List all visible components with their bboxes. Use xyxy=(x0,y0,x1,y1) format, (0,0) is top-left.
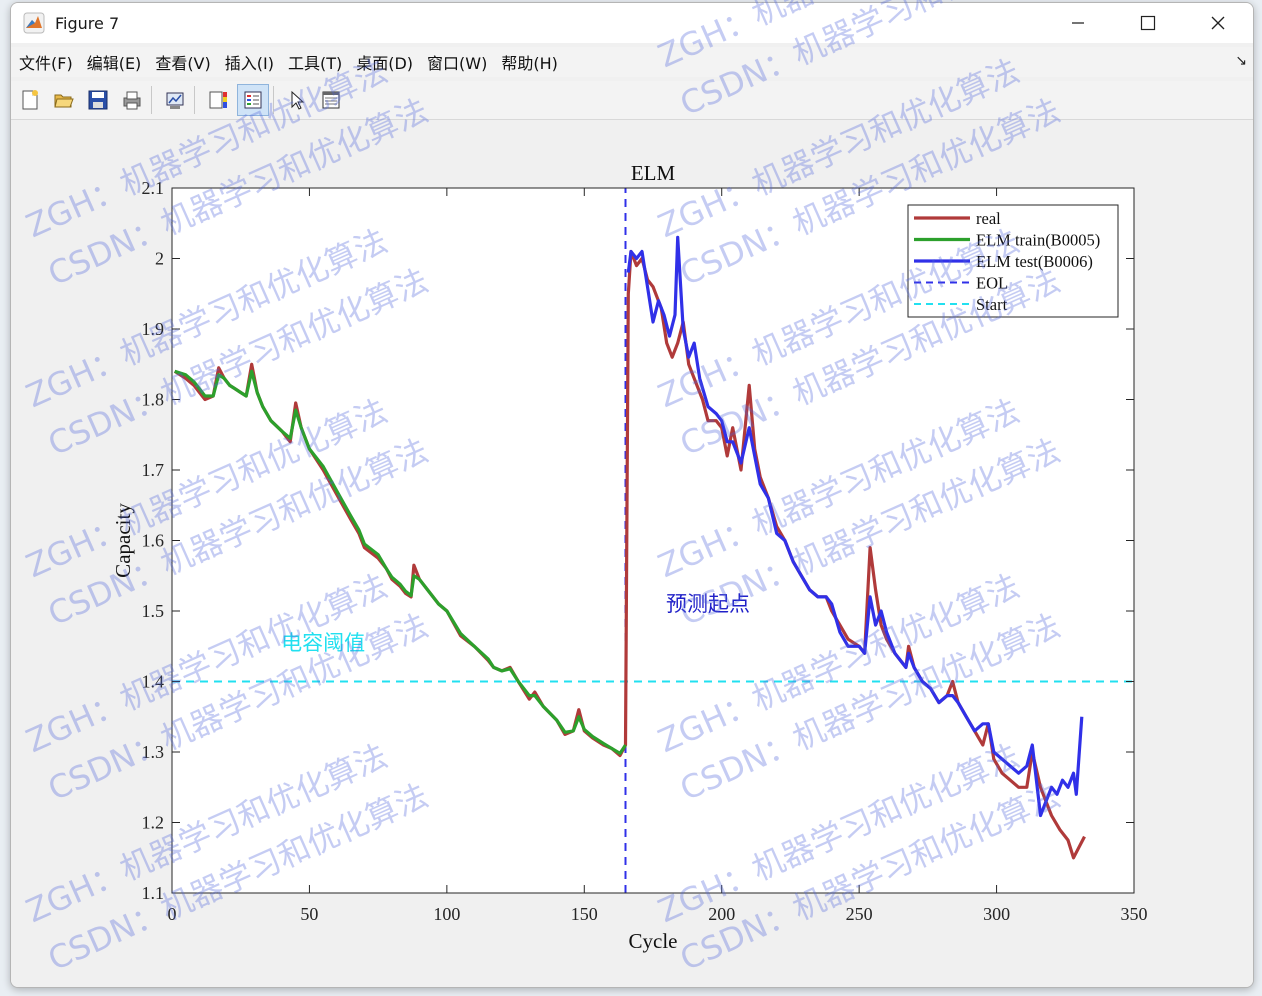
figure-canvas[interactable]: 0 50 100 150 200 250 300 350 1.1 1.2 1.3 1.4 1.5 1.6 1… xyxy=(11,121,1253,987)
x-tick-label: 0 xyxy=(168,904,177,924)
save-icon xyxy=(88,90,108,110)
menu-view[interactable]: 查看(V) xyxy=(155,50,210,74)
menu-window[interactable]: 窗口(W) xyxy=(427,50,487,74)
close-button[interactable] xyxy=(1183,3,1253,43)
print-icon xyxy=(123,91,141,110)
legend-entry: ELM train(B0005) xyxy=(976,231,1100,250)
x-tick-label: 200 xyxy=(708,904,735,924)
open-file-icon xyxy=(54,94,74,108)
figure-window: Figure 7 文件(F) 编辑(E) 查看(V) 插入(I) 工具(T) 桌… xyxy=(10,2,1254,988)
menu-file[interactable]: 文件(F) xyxy=(19,50,73,74)
x-tick-label: 150 xyxy=(571,904,598,924)
x-tick-label: 350 xyxy=(1121,904,1148,924)
toolbar-separator xyxy=(273,86,274,114)
toolbar-separator xyxy=(194,86,195,114)
minimize-icon xyxy=(1072,22,1084,24)
matlab-icon xyxy=(23,12,45,34)
print-button[interactable] xyxy=(117,85,147,115)
y-tick-label: 1.8 xyxy=(142,390,165,410)
menu-bar: 文件(F) 编辑(E) 查看(V) 插入(I) 工具(T) 桌面(D) 窗口(W… xyxy=(11,47,1253,77)
annotation-label: 预测起点 xyxy=(666,592,750,616)
menu-insert[interactable]: 插入(I) xyxy=(225,50,274,74)
link-plot-button[interactable] xyxy=(160,85,190,115)
y-tick-label: 1.7 xyxy=(142,460,165,480)
link-plot-icon xyxy=(166,92,184,109)
insert-legend-icon xyxy=(244,91,262,109)
legend-entry: EOL xyxy=(976,274,1008,293)
insert-legend-button[interactable] xyxy=(237,84,269,116)
y-axis-label: Capacity xyxy=(111,503,135,578)
figure-toolbar xyxy=(11,81,1253,120)
maximize-icon xyxy=(1140,15,1156,31)
annotation-label: 电容阈值 xyxy=(281,631,365,655)
window-controls xyxy=(1043,3,1253,43)
x-tick-label: 100 xyxy=(433,904,460,924)
x-tick-label: 250 xyxy=(846,904,873,924)
y-tick-label: 1.2 xyxy=(142,813,165,833)
x-axis-label: Cycle xyxy=(629,929,678,953)
menu-desktop[interactable]: 桌面(D) xyxy=(356,50,413,74)
y-tick-label: 2.1 xyxy=(142,178,165,198)
y-tick-label: 1.4 xyxy=(142,672,165,692)
y-tick-label: 1.6 xyxy=(142,531,165,551)
toolbar-separator xyxy=(151,86,152,114)
edit-plot-icon xyxy=(291,90,305,110)
y-tick-label: 1.5 xyxy=(142,601,165,621)
y-tick-label: 1.1 xyxy=(142,883,165,903)
maximize-button[interactable] xyxy=(1113,3,1183,43)
chart-title: ELM xyxy=(631,161,676,185)
dock-arrow-icon[interactable]: ↘ xyxy=(1235,53,1247,69)
close-icon xyxy=(1211,16,1225,30)
legend-entry: Start xyxy=(976,295,1008,314)
legend-entry: real xyxy=(976,209,1001,228)
property-inspector-icon xyxy=(322,91,340,109)
minimize-button[interactable] xyxy=(1043,3,1113,43)
open-file-button[interactable] xyxy=(49,85,79,115)
window-title: Figure 7 xyxy=(55,13,120,33)
title-bar: Figure 7 xyxy=(11,3,1253,43)
x-tick-label: 50 xyxy=(300,904,318,924)
new-figure-button[interactable] xyxy=(15,85,45,115)
menu-edit[interactable]: 编辑(E) xyxy=(87,50,142,74)
menu-help[interactable]: 帮助(H) xyxy=(501,50,558,74)
property-inspector-button[interactable] xyxy=(316,85,346,115)
x-tick-label: 300 xyxy=(983,904,1010,924)
chart: 0 50 100 150 200 250 300 350 1.1 1.2 1.3 1.4 1.5 1.6 1… xyxy=(111,161,1148,953)
edit-plot-button[interactable] xyxy=(282,85,312,115)
menu-tools[interactable]: 工具(T) xyxy=(288,50,342,74)
insert-colorbar-icon xyxy=(209,91,227,109)
y-tick-label: 2 xyxy=(155,249,164,269)
insert-colorbar-button[interactable] xyxy=(203,85,233,115)
y-tick-label: 1.3 xyxy=(142,742,165,762)
new-figure-icon xyxy=(22,90,38,110)
y-tick-label: 1.9 xyxy=(142,319,165,339)
save-button[interactable] xyxy=(83,85,113,115)
legend-entry: ELM test(B0006) xyxy=(976,252,1093,271)
